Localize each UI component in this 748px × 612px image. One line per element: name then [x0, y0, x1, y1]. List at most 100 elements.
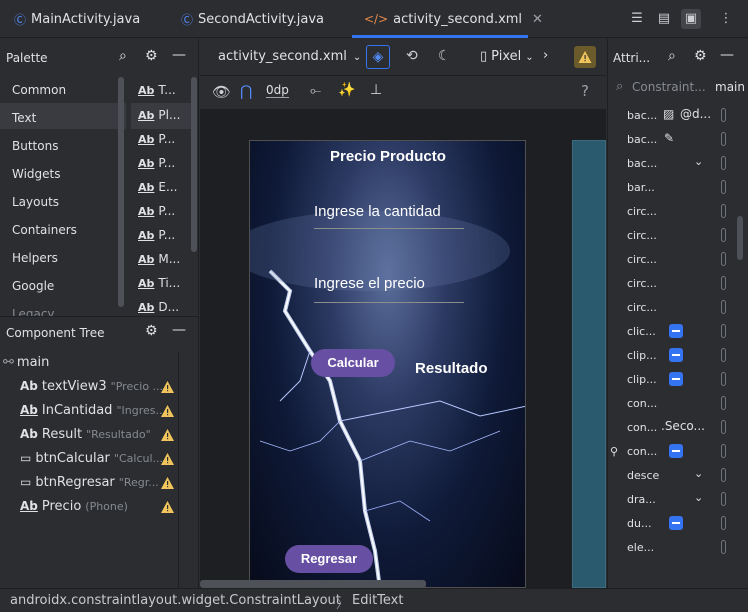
- breadcrumb-path[interactable]: androidx.constraintlayout.widget.Constra…: [10, 593, 341, 608]
- tree-item-precio[interactable]: Ab Precio (Phone): [20, 499, 128, 514]
- attribute-pill[interactable]: [721, 204, 726, 218]
- clear-constraints-icon[interactable]: ⟜: [310, 83, 321, 99]
- category-common[interactable]: Common: [12, 83, 66, 97]
- search-icon[interactable]: ⌕: [668, 48, 676, 64]
- warnings-button[interactable]: [574, 46, 596, 68]
- price-input[interactable]: Ingrese el precio: [314, 275, 425, 292]
- chevron-down-icon[interactable]: ⌄: [694, 155, 703, 168]
- category-containers[interactable]: Containers: [12, 223, 77, 237]
- tab-second-activity[interactable]: Ⓒ SecondActivity.java: [181, 0, 324, 38]
- eye-icon[interactable]: 👁: [212, 83, 231, 101]
- quantity-input[interactable]: Ingrese la cantidad: [314, 203, 441, 220]
- canvas-scrollbar[interactable]: [200, 580, 426, 588]
- warning-icon[interactable]: [161, 501, 174, 513]
- code-view-icon[interactable]: ☰: [627, 9, 647, 29]
- palette-item[interactable]: Ab T...: [138, 83, 176, 97]
- magnet-icon[interactable]: ⋂: [240, 82, 252, 100]
- category-helpers[interactable]: Helpers: [12, 251, 58, 265]
- eyedropper-icon[interactable]: ✎: [664, 131, 674, 145]
- title-textview[interactable]: Precio Producto: [330, 148, 446, 165]
- file-selector[interactable]: activity_second.xml ⌄: [218, 49, 361, 64]
- tab-activity-second-xml[interactable]: </> activity_second.xml ✕: [364, 0, 543, 38]
- palette-item[interactable]: Ab P...: [138, 132, 175, 146]
- calcular-button[interactable]: Calcular: [311, 349, 395, 377]
- palette-item[interactable]: Ab D...: [138, 300, 179, 314]
- attribute-pill[interactable]: [721, 108, 726, 122]
- breadcrumb-leaf[interactable]: EditText: [352, 593, 403, 608]
- tree-item-incantidad[interactable]: Ab InCantidad "Ingres...: [20, 403, 166, 418]
- palette-item[interactable]: Ab P...: [138, 228, 175, 242]
- category-buttons[interactable]: Buttons: [12, 139, 58, 153]
- checkbox-indeterminate[interactable]: [669, 324, 683, 338]
- attribute-pill[interactable]: [721, 444, 726, 458]
- palette-item[interactable]: Ab P...: [138, 156, 175, 170]
- minimize-icon[interactable]: —: [720, 47, 734, 63]
- attribute-pill[interactable]: [721, 156, 726, 170]
- palette-item[interactable]: Ab Ti...: [138, 276, 180, 290]
- chevron-down-icon[interactable]: ⌄: [694, 491, 703, 504]
- gear-icon[interactable]: ⚙: [694, 48, 707, 64]
- attributes-scrollbar[interactable]: [737, 216, 743, 260]
- attribute-pill[interactable]: [721, 228, 726, 242]
- guidelines-icon[interactable]: ⊥: [370, 82, 382, 98]
- chevron-right-icon[interactable]: ›: [543, 48, 548, 63]
- attribute-pill[interactable]: [721, 300, 726, 314]
- help-icon[interactable]: ?: [581, 82, 589, 100]
- attribute-value[interactable]: @d...: [680, 107, 711, 121]
- tab-main-activity[interactable]: Ⓒ MainActivity.java: [14, 0, 140, 38]
- attribute-pill[interactable]: [721, 492, 726, 506]
- search-icon[interactable]: ⌕: [119, 48, 127, 64]
- tree-item-result[interactable]: Ab Result "Resultado": [20, 427, 151, 442]
- warning-icon[interactable]: [161, 477, 174, 489]
- device-selector[interactable]: ▯ Pixel ⌄: [480, 49, 534, 64]
- default-margin-field[interactable]: 0dp: [266, 83, 289, 98]
- gear-icon[interactable]: ⚙: [145, 323, 158, 339]
- warning-icon[interactable]: [161, 453, 174, 465]
- attribute-pill[interactable]: [721, 420, 726, 434]
- category-text[interactable]: Text: [12, 111, 36, 125]
- warning-icon[interactable]: [161, 429, 174, 441]
- regresar-button[interactable]: Regresar: [285, 545, 373, 573]
- minimize-icon[interactable]: —: [172, 47, 186, 63]
- attribute-value[interactable]: .Seco...: [661, 419, 705, 433]
- gear-icon[interactable]: ⚙: [145, 48, 158, 64]
- palette-scrollbar[interactable]: [118, 77, 124, 307]
- palette-item[interactable]: Ab E...: [138, 180, 177, 194]
- tree-root-main[interactable]: ⚯ main: [3, 355, 49, 370]
- layers-icon[interactable]: ◈: [366, 45, 390, 69]
- result-textview[interactable]: Resultado: [415, 360, 488, 377]
- design-view-icon[interactable]: ▣: [681, 9, 701, 29]
- checkbox-indeterminate[interactable]: [669, 444, 683, 458]
- attribute-pill[interactable]: [721, 396, 726, 410]
- category-layouts[interactable]: Layouts: [12, 195, 59, 209]
- category-google[interactable]: Google: [12, 279, 54, 293]
- attribute-pill[interactable]: [721, 516, 726, 530]
- warning-icon[interactable]: [161, 405, 174, 417]
- attribute-pill[interactable]: [721, 540, 726, 554]
- checkbox-indeterminate[interactable]: [669, 348, 683, 362]
- close-icon[interactable]: ✕: [532, 12, 543, 27]
- palette-item[interactable]: Ab M...: [138, 252, 180, 266]
- category-widgets[interactable]: Widgets: [12, 167, 61, 181]
- minimize-icon[interactable]: —: [172, 322, 186, 338]
- attribute-pill[interactable]: [721, 276, 726, 290]
- palette-item[interactable]: Ab Pl...: [138, 108, 180, 122]
- attribute-pill[interactable]: [721, 348, 726, 362]
- tree-item-btncalcular[interactable]: ▭ btnCalcular "Calcul...: [20, 451, 163, 466]
- infer-constraints-icon[interactable]: ✨: [338, 82, 355, 98]
- attribute-pill[interactable]: [721, 372, 726, 386]
- night-mode-icon[interactable]: ☾: [438, 48, 451, 64]
- checkbox-indeterminate[interactable]: [669, 372, 683, 386]
- tree-item-btnregresar[interactable]: ▭ btnRegresar "Regr...: [20, 475, 159, 490]
- more-options-icon[interactable]: ⋮: [716, 9, 736, 29]
- checkbox-indeterminate[interactable]: [669, 516, 683, 530]
- attribute-pill[interactable]: [721, 180, 726, 194]
- attribute-pill[interactable]: [721, 468, 726, 482]
- attribute-pill[interactable]: [721, 132, 726, 146]
- chevron-down-icon[interactable]: ⌄: [694, 467, 703, 480]
- palette-items-scrollbar[interactable]: [191, 77, 197, 252]
- split-view-icon[interactable]: ▤: [654, 9, 674, 29]
- attribute-pill[interactable]: [721, 324, 726, 338]
- tree-item-textview3[interactable]: Ab textView3 "Precio ...: [20, 379, 163, 394]
- palette-item[interactable]: Ab P...: [138, 204, 175, 218]
